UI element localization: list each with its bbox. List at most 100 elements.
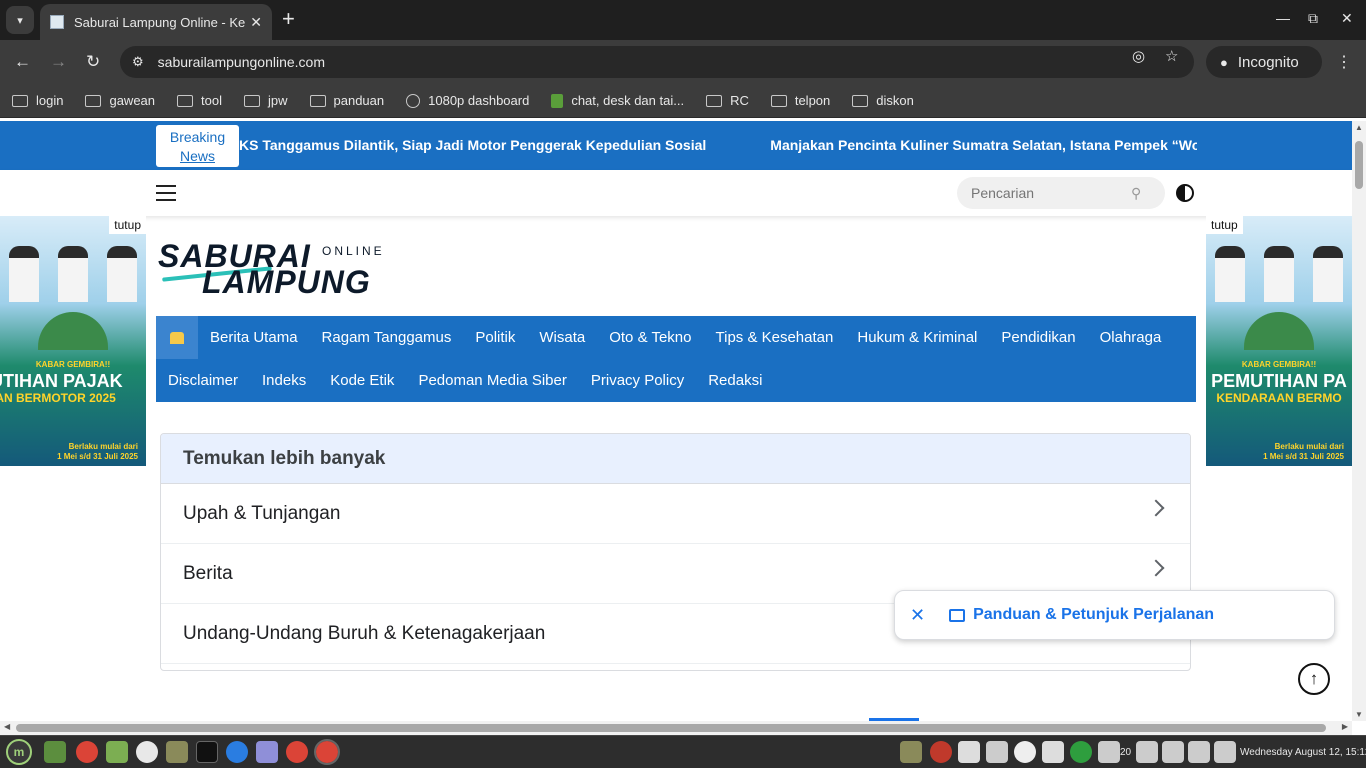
show-desktop-icon[interactable] <box>44 741 66 763</box>
url-text[interactable]: saburailampungonline.com <box>158 54 325 70</box>
search-input[interactable] <box>971 185 1131 201</box>
tray-slack-icon[interactable] <box>1014 741 1036 763</box>
files-icon[interactable] <box>106 741 128 763</box>
nav-item-kode-etik[interactable]: Kode Etik <box>318 372 406 389</box>
anydesk-icon[interactable] <box>226 741 248 763</box>
popup-link-text[interactable]: Panduan & Petunjuk Perjalanan <box>973 606 1214 624</box>
ad-kabar-text: KABAR GEMBIRA!! <box>1241 360 1317 369</box>
discover-item[interactable]: Upah & Tunjangan <box>161 484 1190 544</box>
nav-item-tips-kesehatan[interactable]: Tips & Kesehatan <box>704 329 846 346</box>
horizontal-scrollbar[interactable]: ◀ ▶ <box>0 721 1352 735</box>
search-icon[interactable]: ⚲ <box>1131 185 1141 202</box>
nav-item-disclaimer[interactable]: Disclaimer <box>156 372 250 389</box>
nav-item-berita-utama[interactable]: Berita Utama <box>198 329 310 346</box>
site-info-icon[interactable]: ⚙ <box>132 54 144 70</box>
nav-item-ragam-tanggamus[interactable]: Ragam Tanggamus <box>310 329 464 346</box>
tab-close-icon[interactable]: ✕ <box>250 14 262 31</box>
browser-menu-icon[interactable]: ⋮ <box>1336 52 1352 72</box>
scroll-left-arrow-icon[interactable]: ◀ <box>4 722 10 731</box>
hamburger-menu-icon[interactable] <box>156 185 176 201</box>
window-close-button[interactable]: ✕ <box>1341 10 1353 27</box>
nav-item-wisata[interactable]: Wisata <box>527 329 597 346</box>
tab-search-dropdown[interactable]: ▾ <box>6 6 34 34</box>
nav-item-oto-tekno[interactable]: Oto & Tekno <box>597 329 703 346</box>
bookmark-label: 1080p dashboard <box>428 93 530 108</box>
home-icon[interactable] <box>156 316 198 359</box>
left-side-banner-ad[interactable]: KABAR GEMBIRA!! PUTIHAN PAJAK RAAN BERMO… <box>0 216 146 466</box>
clipboard-icon[interactable] <box>958 741 980 763</box>
news-article-icon <box>949 608 966 622</box>
incognito-icon: ● <box>1220 54 1228 70</box>
chrome-incognito-window-icon[interactable] <box>314 739 340 765</box>
battery-icon[interactable] <box>1214 741 1236 763</box>
network-icon[interactable] <box>1162 741 1184 763</box>
tool-app-icon[interactable] <box>166 741 188 763</box>
chrome-window-icon[interactable] <box>286 741 308 763</box>
scroll-down-arrow-icon[interactable]: ▼ <box>1355 710 1363 719</box>
bookmark-item[interactable]: login <box>12 93 63 108</box>
browser-tab[interactable]: Saburai Lampung Online - Ke ✕ <box>40 4 272 40</box>
nav-item-privacy-policy[interactable]: Privacy Policy <box>579 372 696 389</box>
vertical-scroll-thumb[interactable] <box>1355 141 1363 189</box>
popup-close-icon[interactable]: ✕ <box>910 605 925 626</box>
bookmarks-bar: login gawean tool jpw panduan 1080p dash… <box>0 84 1366 118</box>
update-manager-icon[interactable] <box>1070 741 1092 763</box>
notification-icon[interactable] <box>1098 741 1120 763</box>
shield-icon[interactable] <box>986 741 1008 763</box>
forward-arrow-icon[interactable]: → <box>50 52 67 72</box>
maximize-button[interactable]: ⧉ <box>1308 10 1318 27</box>
right-side-banner-ad[interactable]: KABAR GEMBIRA!! PEMUTIHAN PA KENDARAAN B… <box>1206 216 1352 466</box>
bookmark-item[interactable]: chat, desk dan tai... <box>551 93 684 108</box>
ad-close-button[interactable]: tutup <box>109 216 146 234</box>
bookmark-star-icon[interactable]: ☆ <box>1165 47 1178 65</box>
bookmark-item[interactable]: panduan <box>309 93 384 108</box>
minimize-button[interactable]: — <box>1276 10 1290 26</box>
tray-app-icon[interactable] <box>900 741 922 763</box>
site-logo[interactable]: SABURAI LAMPUNG ONLINE <box>158 238 398 300</box>
bookmark-item[interactable]: diskon <box>852 93 914 108</box>
reload-icon[interactable]: ↻ <box>86 52 100 72</box>
bookmark-item[interactable]: RC <box>706 93 749 108</box>
scroll-up-arrow-icon[interactable]: ▲ <box>1355 123 1363 132</box>
nav-item-hukum-kriminal[interactable]: Hukum & Kriminal <box>845 329 989 346</box>
horizontal-scroll-thumb[interactable] <box>16 724 1326 732</box>
incognito-indicator[interactable]: ● Incognito <box>1206 46 1322 78</box>
nav-item-olahraga[interactable]: Olahraga <box>1088 329 1174 346</box>
bookmark-item[interactable]: tool <box>177 93 222 108</box>
ad-close-button[interactable]: tutup <box>1206 216 1243 234</box>
bookmark-item[interactable]: telpon <box>770 93 830 108</box>
slack-icon[interactable] <box>136 741 158 763</box>
nav-item-redaksi[interactable]: Redaksi <box>696 372 774 389</box>
ticker-headline[interactable]: Manjakan Pencinta Kuliner Sumatra Selata… <box>770 137 1197 153</box>
terminal-icon[interactable] <box>196 741 218 763</box>
dark-mode-toggle-icon[interactable] <box>1176 184 1194 202</box>
globe-icon <box>406 93 421 108</box>
discover-item-label: Undang-Undang Buruh & Ketenagakerjaan <box>183 622 546 644</box>
system-clock[interactable]: Wednesday August 12, 15:12 <box>1240 747 1366 758</box>
nav-item-politik[interactable]: Politik <box>463 329 527 346</box>
bluetooth-icon[interactable] <box>1042 741 1064 763</box>
sound-icon[interactable] <box>1188 741 1210 763</box>
address-bar[interactable]: ⚙ saburailampungonline.com <box>120 46 1194 78</box>
vertical-scrollbar[interactable]: ▲ ▼ <box>1352 121 1366 721</box>
back-arrow-icon[interactable]: ← <box>14 52 31 72</box>
text-editor-icon[interactable] <box>256 741 278 763</box>
bookmark-item[interactable]: 1080p dashboard <box>406 93 529 108</box>
nav-item-pedoman-media-siber[interactable]: Pedoman Media Siber <box>406 372 578 389</box>
tray-flame-icon[interactable] <box>930 741 952 763</box>
printer-icon[interactable] <box>1136 741 1158 763</box>
nav-item-indeks[interactable]: Indeks <box>250 372 318 389</box>
bookmark-label: jpw <box>267 93 288 108</box>
scroll-right-arrow-icon[interactable]: ▶ <box>1342 722 1348 731</box>
chrome-icon[interactable] <box>76 741 98 763</box>
bookmark-item[interactable]: jpw <box>243 93 288 108</box>
desktop-taskbar: m 20 Wednesday August 12, 15:12 <box>0 735 1366 768</box>
scroll-to-top-button[interactable]: ↑ <box>1298 663 1330 695</box>
nav-item-pendidikan[interactable]: Pendidikan <box>989 329 1087 346</box>
start-menu-icon[interactable]: m <box>6 739 32 765</box>
tracking-protection-icon[interactable]: ◎ <box>1132 47 1145 65</box>
bookmark-item[interactable]: gawean <box>85 93 155 108</box>
ticker-headline[interactable]: KS Tanggamus Dilantik, Siap Jadi Motor P… <box>239 137 706 153</box>
new-tab-button[interactable]: + <box>282 8 295 30</box>
travel-guide-popup[interactable]: ✕ Panduan & Petunjuk Perjalanan <box>894 590 1335 640</box>
